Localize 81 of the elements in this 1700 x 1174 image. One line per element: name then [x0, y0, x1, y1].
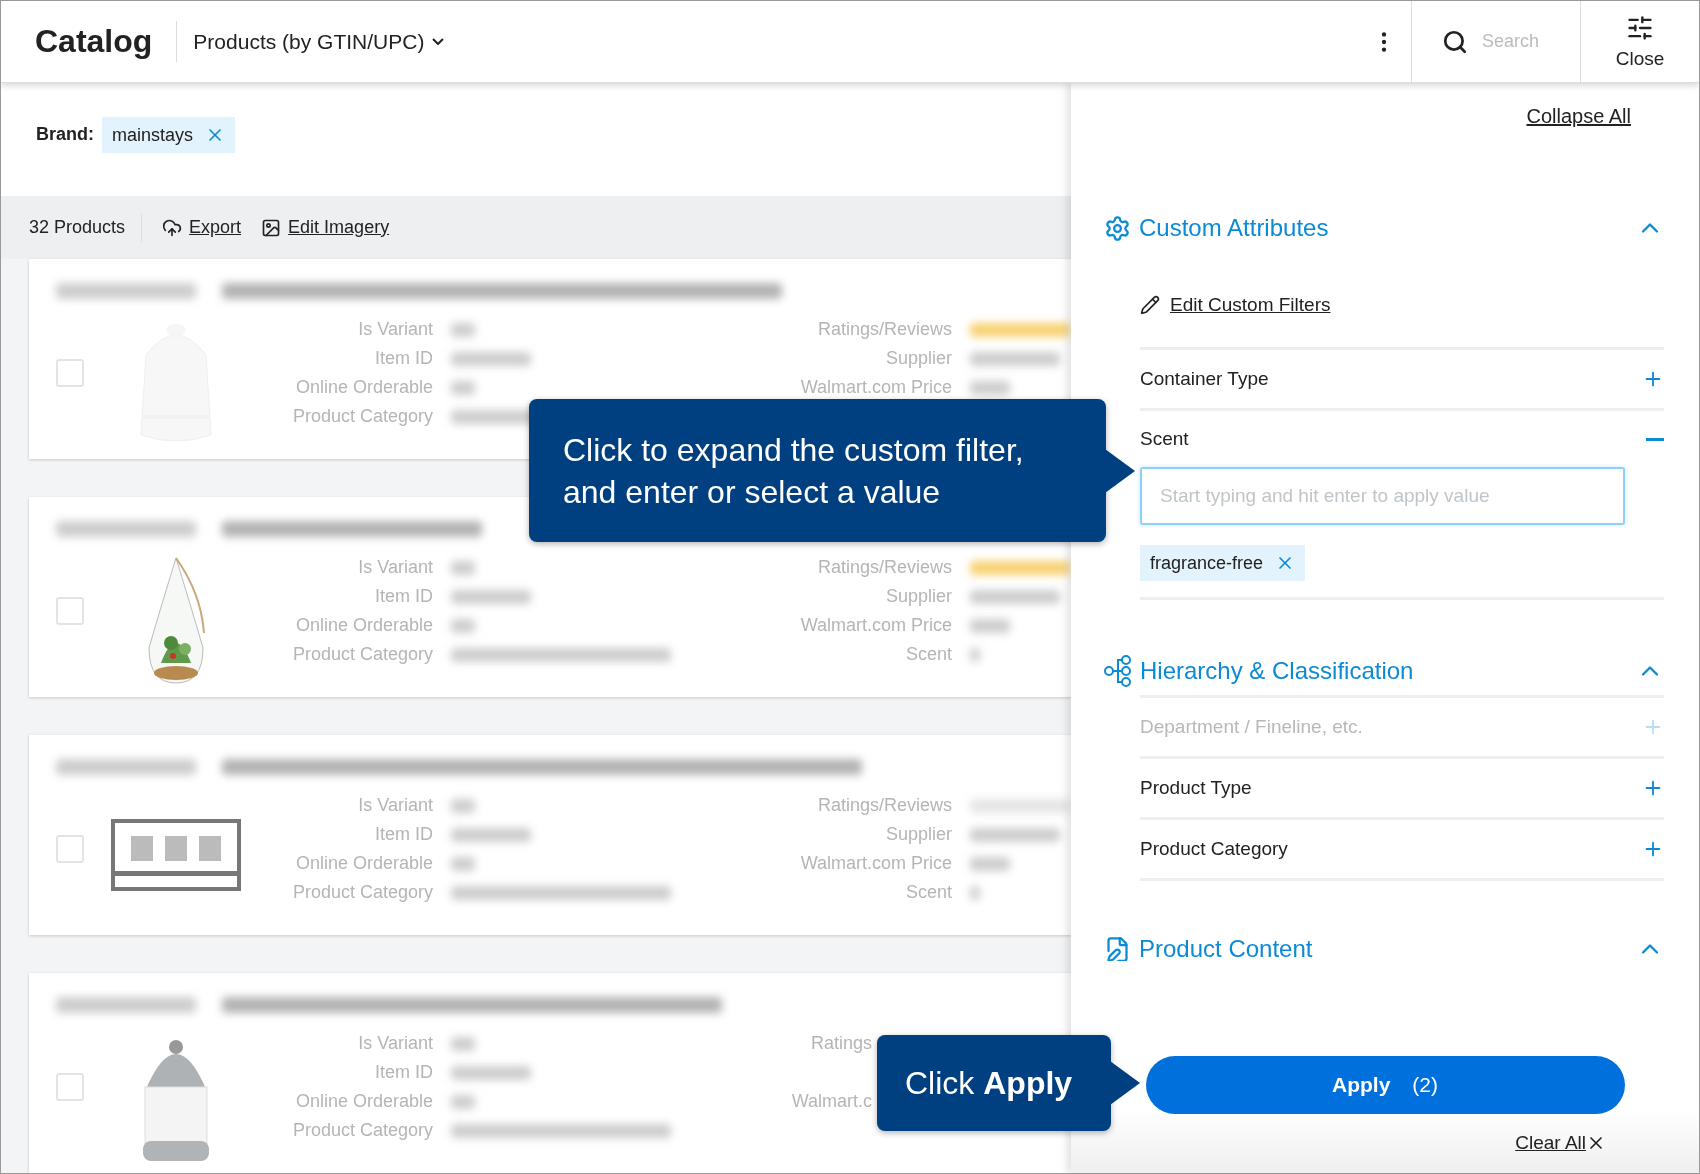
- chevron-down-icon: [432, 38, 445, 45]
- section-header[interactable]: Custom Attributes: [1104, 214, 1664, 242]
- field-label: Walmart.com Price: [800, 853, 952, 874]
- field-label: Is Variant: [358, 1033, 433, 1054]
- field-label: Online Orderable: [295, 1091, 433, 1112]
- field-label: Is Variant: [358, 795, 433, 816]
- minus-icon: [1646, 437, 1664, 441]
- field-label: Product Category: [292, 406, 433, 427]
- input-field[interactable]: Start typing and hit enter to apply value: [1140, 467, 1625, 525]
- filter-toggle[interactable]: Container Type: [1140, 350, 1664, 408]
- field-label: Item ID: [375, 348, 433, 369]
- blurred-text: [451, 798, 475, 813]
- blurred-text: [451, 380, 475, 395]
- field-label: Ratings/Reviews: [817, 795, 952, 816]
- view-dropdown[interactable]: Products (by GTIN/UPC): [177, 1, 445, 82]
- field-label: Is Variant: [358, 557, 433, 578]
- field-label: Item ID: [375, 824, 433, 845]
- blurred-text: [451, 618, 475, 633]
- section-header[interactable]: Product Content: [1104, 935, 1664, 961]
- blurred-text: [451, 1094, 475, 1109]
- filter-toggle[interactable]: Scent: [1140, 425, 1664, 453]
- apply-button[interactable]: Apply (2): [1145, 1056, 1625, 1114]
- field-label: Ratings/Reviews: [817, 319, 952, 340]
- field-label: Supplier: [885, 348, 952, 369]
- checkbox[interactable]: [56, 359, 84, 387]
- blurred-text: [970, 647, 980, 662]
- field-label: Item ID: [375, 586, 433, 607]
- section-header[interactable]: Hierarchy & Classification: [1104, 654, 1664, 688]
- blurred-text: [451, 856, 475, 871]
- clear-all-link[interactable]: Clear All: [1515, 1132, 1606, 1154]
- blurred-text: [451, 322, 475, 337]
- tooltip-callout: Click to expand the custom filter, and enter or select a value: [529, 399, 1106, 542]
- filter-toggle[interactable]: Product Type: [1140, 759, 1664, 817]
- field-label: Product Category: [292, 1120, 433, 1141]
- field-label: Supplier: [885, 824, 952, 845]
- collapse-all-link[interactable]: Collapse All: [1526, 105, 1631, 128]
- close-button[interactable]: Close: [1581, 1, 1699, 82]
- field-label: Is Variant: [358, 319, 433, 340]
- field-label: Online Orderable: [295, 377, 433, 398]
- app-title: Catalog: [34, 22, 154, 61]
- field-label: Item ID: [375, 1062, 433, 1083]
- field-label: Walmart.com Price: [800, 615, 952, 636]
- checkbox[interactable]: [56, 835, 84, 863]
- blurred-text: [451, 560, 475, 575]
- toolbar-link[interactable]: Edit Imagery: [261, 217, 390, 238]
- field-label: Ratings: [810, 1033, 872, 1054]
- edit-filters-link[interactable]: Edit Custom Filters: [1140, 294, 1331, 316]
- field-label: Walmart.c: [791, 1091, 872, 1112]
- callout-pointer: [1110, 1061, 1140, 1105]
- field-label: Online Orderable: [295, 853, 433, 874]
- product-count: 32 Products: [29, 217, 127, 238]
- field-label: Scent: [905, 644, 952, 665]
- filter-toggle[interactable]: Product Category: [1140, 820, 1664, 878]
- gear-icon: [1104, 214, 1131, 242]
- field-label: Walmart.com Price: [800, 377, 952, 398]
- field-label: Online Orderable: [295, 615, 433, 636]
- field-label: Ratings/Reviews: [817, 557, 952, 578]
- search-icon: [1442, 28, 1468, 55]
- chip-text: mainstays: [112, 124, 194, 146]
- pencil-icon: [1140, 295, 1160, 315]
- blurred-text: [451, 1036, 475, 1051]
- field-label: Product Category: [292, 644, 433, 665]
- cloud-icon: [162, 217, 183, 238]
- field-label: Product Category: [292, 882, 433, 903]
- field-label: Supplier: [885, 586, 952, 607]
- blurred-text: [970, 885, 980, 900]
- blurred-text: [970, 380, 1010, 395]
- checkbox[interactable]: [56, 597, 84, 625]
- hierarchy-icon: [1104, 654, 1132, 688]
- document-pen-icon: [1104, 935, 1131, 961]
- tooltip-callout: Click Apply: [877, 1035, 1111, 1131]
- blurred-text: [970, 618, 1010, 633]
- sliders-icon: [1626, 13, 1654, 42]
- callout-pointer: [1105, 448, 1135, 493]
- toolbar-link[interactable]: Export: [162, 217, 242, 238]
- filter-label: Brand:: [36, 123, 94, 146]
- image-icon: [261, 217, 282, 238]
- blurred-text: [970, 856, 1010, 871]
- field-label: Scent: [905, 882, 952, 903]
- checkbox[interactable]: [56, 1073, 84, 1101]
- chip-text: fragrance-free: [1150, 552, 1264, 574]
